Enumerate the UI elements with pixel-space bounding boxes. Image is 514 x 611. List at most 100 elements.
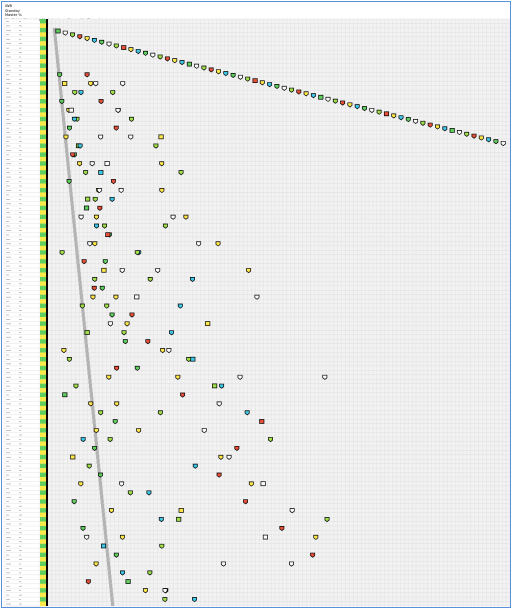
status-cell	[40, 597, 46, 602]
status-cell	[40, 268, 46, 273]
status-cell	[40, 352, 46, 358]
status-cell	[40, 112, 46, 118]
gray-bar-segment	[55, 50, 59, 55]
status-cell	[40, 401, 46, 407]
square-marker	[134, 294, 140, 300]
gray-bar-segment	[88, 383, 93, 389]
gray-bar-segment	[101, 508, 105, 513]
gray-bar-segment	[86, 356, 90, 362]
gray-bar-segment	[58, 81, 62, 86]
status-cell	[40, 134, 46, 140]
gray-bar-segment	[91, 405, 95, 411]
gray-bar-segment	[87, 365, 91, 371]
status-cell	[40, 99, 46, 104]
status-cell	[40, 152, 46, 158]
status-cell	[40, 59, 46, 64]
gray-bar-segment	[70, 196, 74, 202]
status-cell	[40, 477, 46, 482]
gray-bar-segment	[67, 170, 71, 175]
gray-bar-segment	[77, 268, 81, 273]
status-cell	[40, 161, 46, 166]
square-marker	[212, 383, 218, 389]
gray-bar-segment	[99, 490, 103, 495]
gray-bar-segment	[107, 570, 111, 575]
status-cell	[40, 561, 46, 567]
gray-bar-segment	[92, 423, 97, 429]
status-cell	[40, 534, 46, 540]
status-cell	[40, 508, 46, 513]
status-cell	[40, 414, 46, 420]
status-cell	[40, 232, 46, 238]
status-cell	[40, 303, 46, 309]
big-table-grid	[3, 18, 510, 607]
square-marker	[318, 94, 324, 100]
gray-bar-segment	[76, 259, 80, 264]
gray-bar-segment	[100, 499, 104, 504]
square-marker	[205, 321, 211, 326]
status-cell	[40, 299, 46, 304]
gray-bar-segment	[102, 521, 107, 526]
status-cell	[40, 90, 46, 95]
report-frame: iWB Standby Master % Big Table: Threaded…	[1, 1, 511, 608]
square-marker	[262, 534, 268, 540]
gray-bar-segment	[91, 410, 95, 415]
gray-bar-segment	[83, 325, 87, 331]
gray-bar-segment	[107, 565, 111, 571]
gray-bar-segment	[85, 348, 89, 353]
square-marker	[62, 81, 68, 86]
gray-bar-segment	[75, 250, 79, 255]
status-cell	[40, 570, 46, 576]
status-cell	[40, 116, 46, 122]
square-marker	[62, 392, 68, 398]
gray-bar-segment	[94, 437, 98, 442]
gray-bar-segment	[68, 183, 72, 188]
gray-bar-segment	[65, 156, 70, 162]
gray-bar-segment	[67, 174, 71, 180]
status-cell	[40, 312, 46, 318]
square-marker	[68, 107, 74, 113]
status-cell	[40, 125, 46, 131]
status-cell	[40, 214, 46, 220]
status-cell	[40, 183, 46, 189]
status-cell	[40, 210, 46, 215]
gray-bar-segment	[86, 361, 90, 366]
status-cell	[40, 41, 46, 46]
gray-bar-segment	[99, 485, 103, 491]
status-cell	[40, 276, 46, 282]
status-cell	[40, 250, 46, 255]
status-cell	[40, 521, 46, 527]
gray-bar-segment	[97, 463, 101, 469]
gray-bar-segment	[79, 285, 83, 291]
gray-bar-segment	[57, 76, 62, 82]
status-cell	[40, 601, 46, 607]
square-marker	[190, 356, 196, 362]
gray-bar-segment	[85, 352, 89, 357]
gray-bar-segment	[83, 334, 88, 340]
gray-bar-segment	[87, 370, 91, 375]
status-cell	[40, 468, 46, 473]
gray-bar-segment	[59, 90, 63, 95]
status-cell	[40, 530, 46, 536]
gray-bar-segment	[75, 254, 80, 260]
gray-bar-segment	[110, 601, 115, 606]
square-marker	[83, 205, 90, 211]
gray-bar-segment	[61, 116, 66, 122]
gray-bar-segment	[109, 588, 113, 593]
gray-bar-segment	[103, 530, 107, 535]
square-marker	[85, 196, 91, 202]
gray-bar-segment	[106, 552, 110, 558]
square-marker	[84, 330, 90, 335]
status-cell	[40, 396, 46, 402]
gray-bar-segment	[61, 107, 65, 113]
status-cell	[40, 454, 46, 460]
status-cell	[40, 379, 46, 384]
square-marker	[252, 78, 258, 84]
status-cell	[40, 441, 46, 447]
status-cell	[40, 201, 46, 206]
gray-bar-segment	[62, 121, 66, 126]
status-cell	[40, 54, 46, 60]
separator-bar	[46, 19, 48, 606]
status-cell	[40, 241, 46, 246]
gray-bar-segment	[102, 517, 106, 522]
status-cell	[40, 383, 46, 389]
